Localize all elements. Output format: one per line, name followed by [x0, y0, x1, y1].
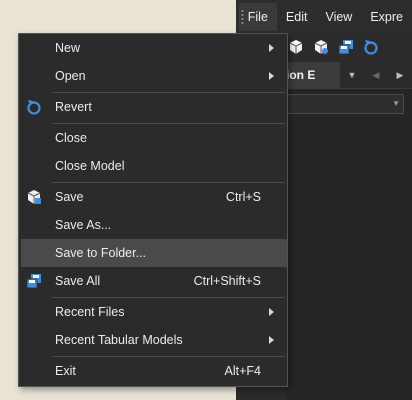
save-all-icon [26, 273, 42, 289]
menu-item-label: Revert [55, 100, 92, 114]
menu-file[interactable]: File [238, 3, 277, 31]
menu-item-save-all[interactable]: Save All Ctrl+Shift+S [21, 267, 287, 295]
menu-item-shortcut: Alt+F4 [224, 364, 261, 378]
menu-item-save[interactable]: Save Ctrl+S [21, 183, 287, 211]
menu-item-label: Save [55, 190, 84, 204]
menu-item-exit[interactable]: Exit Alt+F4 [21, 357, 287, 385]
menu-item-shortcut: Ctrl+S [225, 190, 261, 204]
menu-item-label: Recent Files [55, 305, 125, 319]
menu-bar: File Edit View Expre [236, 0, 412, 34]
tab-scroll-right-icon[interactable]: ▶ [388, 70, 412, 81]
menubar-grip-icon[interactable] [236, 0, 244, 34]
menu-item-new[interactable]: New [21, 34, 287, 62]
menu-view[interactable]: View [316, 3, 361, 31]
cube-icon[interactable] [288, 39, 304, 55]
panel-combobox[interactable]: ▼ [286, 94, 404, 114]
menu-item-label: Save All [55, 274, 101, 288]
menu-item-label: Exit [55, 364, 76, 378]
menu-item-recent-files[interactable]: Recent Files [21, 298, 287, 326]
undo-icon[interactable] [363, 39, 379, 55]
menu-item-label: New [55, 41, 81, 55]
file-menu-dropdown: New Open Revert Close Close Model Save C… [18, 33, 288, 387]
menu-item-recent-tabular-models[interactable]: Recent Tabular Models [21, 326, 287, 354]
revert-icon [26, 99, 42, 115]
menu-item-close-model[interactable]: Close Model [21, 152, 287, 180]
menu-item-label: Close Model [55, 159, 125, 173]
menu-item-open[interactable]: Open [21, 62, 287, 90]
submenu-arrow-icon [269, 336, 274, 344]
menu-item-label: Save to Folder... [55, 246, 147, 260]
menu-item-close[interactable]: Close [21, 124, 287, 152]
menu-item-label: Save As... [55, 218, 112, 232]
menu-item-label: Close [55, 131, 87, 145]
menu-item-shortcut: Ctrl+Shift+S [193, 274, 261, 288]
menu-item-revert[interactable]: Revert [21, 93, 287, 121]
save-all-toolbar-icon[interactable] [338, 39, 354, 55]
save-icon [26, 189, 42, 205]
submenu-arrow-icon [269, 308, 274, 316]
menu-item-save-as[interactable]: Save As... [21, 211, 287, 239]
menu-expression[interactable]: Expre [361, 3, 412, 31]
menu-item-label: Recent Tabular Models [55, 333, 183, 347]
submenu-arrow-icon [269, 44, 274, 52]
tab-scroll-left-icon[interactable]: ◀ [364, 70, 388, 81]
menu-item-save-to-folder[interactable]: Save to Folder... [21, 239, 287, 267]
side-panel: ▼ [286, 88, 412, 400]
tab-dropdown-icon[interactable]: ▼ [340, 70, 364, 80]
submenu-arrow-icon [269, 72, 274, 80]
menu-item-label: Open [55, 69, 86, 83]
tab-strip: ion E ▼ ◀ ▶ [286, 62, 412, 88]
chevron-down-icon: ▼ [392, 99, 400, 108]
toolbar [276, 34, 412, 60]
tab-active[interactable]: ion E [286, 62, 340, 88]
open-model-icon[interactable] [313, 39, 329, 55]
menu-edit[interactable]: Edit [277, 3, 317, 31]
